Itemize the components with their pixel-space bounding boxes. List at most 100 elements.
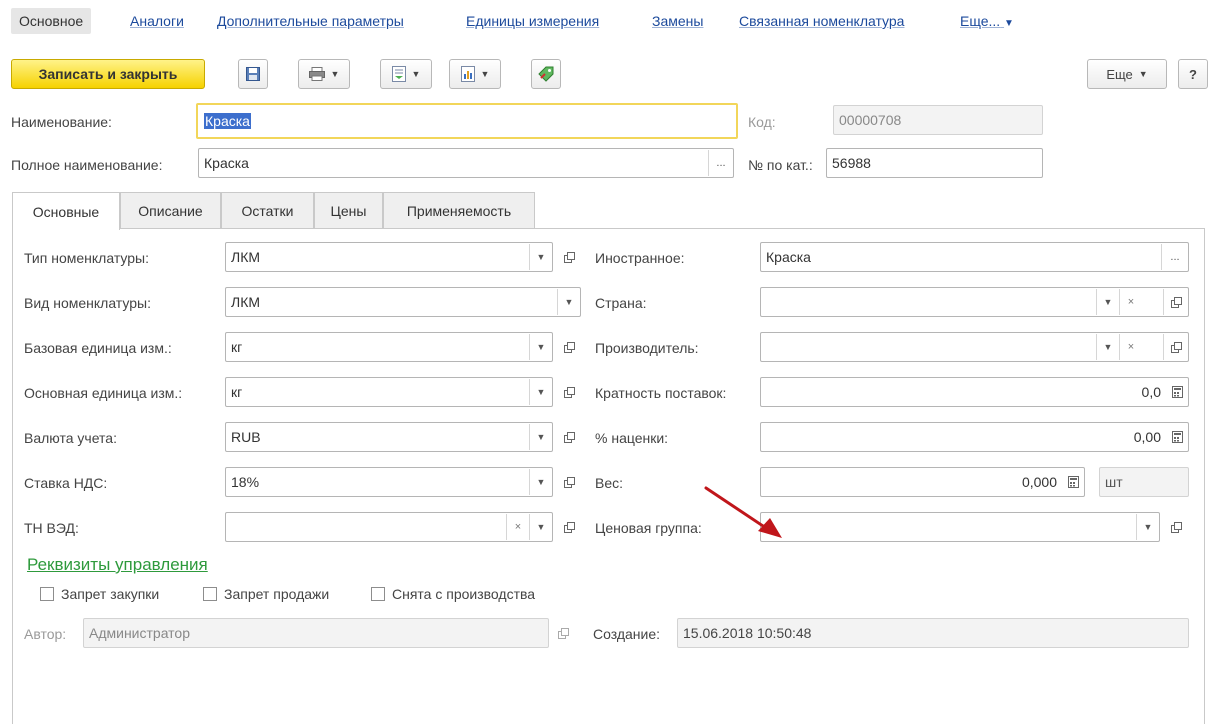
delivery-multiple-field[interactable]: 0,0 [760,377,1189,407]
country-field[interactable]: × ▼ [760,287,1189,317]
manufacturer-open-button[interactable] [1163,334,1188,360]
create-based-on-button[interactable]: ▼ [380,59,432,89]
tab-applicability[interactable]: Применяемость [383,192,535,228]
annotation-arrow [704,486,782,538]
catalog-value: 56988 [832,155,871,171]
price-group-dropdown-button[interactable]: ▼ [1136,514,1159,540]
tn-ved-field[interactable]: × ▼ [225,512,553,542]
main-unit-field[interactable]: кг ▼ [225,377,553,407]
checkbox-box [40,587,54,601]
nav-link-related[interactable]: Связанная номенклатура [739,13,904,29]
tab-main[interactable]: Основные [12,192,120,230]
weight-field[interactable]: 0,000 [760,467,1085,497]
nomenclature-type-field[interactable]: ЛКМ ▼ [225,242,553,272]
manufacturer-clear-button[interactable]: × [1119,334,1142,360]
nomenclature-type-dropdown-button[interactable]: ▼ [529,244,552,270]
nav-link-analogs[interactable]: Аналоги [130,13,184,29]
reports-button[interactable]: ▼ [449,59,501,89]
name-field[interactable]: Краска [196,103,738,139]
tn-ved-clear-button[interactable]: × [506,514,529,540]
price-group-label: Ценовая группа: [595,520,702,536]
nomenclature-kind-label: Вид номенклатуры: [24,295,151,311]
full-name-field[interactable]: Краска ... [198,148,734,178]
calculator-icon[interactable] [1062,469,1084,495]
sale-ban-checkbox[interactable]: Запрет продажи [203,586,329,602]
tab-prices[interactable]: Цены [314,192,383,228]
markup-field[interactable]: 0,00 [760,422,1189,452]
delivery-multiple-value: 0,0 [1141,384,1161,400]
nomenclature-type-open-button[interactable] [558,242,580,272]
management-group-link[interactable]: Реквизиты управления [27,555,208,575]
open-form-icon [1170,296,1182,308]
catalog-field[interactable]: 56988 [826,148,1043,178]
currency-value: RUB [231,429,261,445]
nav-tab-main[interactable]: Основное [11,8,92,34]
nav-link-units[interactable]: Единицы измерения [466,13,599,29]
manufacturer-field[interactable]: × ▼ [760,332,1189,362]
document-icon [391,66,406,82]
manufacturer-dropdown-button[interactable]: ▼ [1096,334,1119,360]
more-button[interactable]: Еще ▼ [1087,59,1167,89]
nav-link-extra-params[interactable]: Дополнительные параметры [217,13,404,29]
vat-rate-open-button[interactable] [558,467,580,497]
discontinued-label: Снята с производства [392,586,536,602]
currency-field[interactable]: RUB ▼ [225,422,553,452]
created-field: 15.06.2018 10:50:48 [677,618,1189,648]
base-unit-open-button[interactable] [558,332,580,362]
tn-ved-dropdown-button[interactable]: ▼ [529,514,552,540]
foreign-value: Краска [766,249,811,265]
vat-rate-value: 18% [231,474,260,490]
foreign-label: Иностранное: [595,250,685,266]
vat-rate-dropdown-button[interactable]: ▼ [529,469,552,495]
full-name-edit-button[interactable]: ... [708,150,733,176]
floppy-icon [246,67,260,81]
calculator-icon[interactable] [1166,379,1188,405]
name-value: Краска [204,113,251,129]
code-value: 00000708 [839,112,902,128]
report-icon [460,66,475,82]
code-field[interactable]: 00000708 [833,105,1043,135]
purchase-ban-checkbox[interactable]: Запрет закупки [40,586,159,602]
price-group-field[interactable]: ▼ [760,512,1160,542]
price-tag-button[interactable] [531,59,561,89]
print-button[interactable]: ▼ [298,59,350,89]
delivery-multiple-label: Кратность поставок: [595,385,727,401]
nomenclature-kind-field[interactable]: ЛКМ ▼ [225,287,581,317]
currency-label: Валюта учета: [24,430,117,446]
tn-ved-open-button[interactable] [558,512,580,542]
nav-link-more[interactable]: Еще... ▼ [960,13,1014,29]
tab-stock[interactable]: Остатки [221,192,314,228]
vat-rate-field[interactable]: 18% ▼ [225,467,553,497]
markup-value: 0,00 [1133,429,1161,445]
weight-unit-field: шт [1099,467,1189,497]
main-unit-open-button[interactable] [558,377,580,407]
foreign-field[interactable]: Краска ... [760,242,1189,272]
sale-ban-label: Запрет продажи [224,586,330,602]
main-unit-dropdown-button[interactable]: ▼ [529,379,552,405]
save-button[interactable] [238,59,268,89]
country-open-button[interactable] [1163,289,1188,315]
discontinued-checkbox[interactable]: Снята с производства [371,586,535,602]
nomenclature-kind-dropdown-button[interactable]: ▼ [557,289,580,315]
foreign-edit-button[interactable]: ... [1161,244,1188,270]
code-label: Код: [748,114,776,130]
checkbox-box [203,587,217,601]
calculator-icon[interactable] [1166,424,1188,450]
tab-description[interactable]: Описание [120,192,221,228]
nav-link-replacements[interactable]: Замены [652,13,703,29]
help-button[interactable]: ? [1178,59,1208,89]
weight-label: Вес: [595,475,624,491]
price-group-open-button[interactable] [1165,512,1187,542]
save-and-close-button[interactable]: Записать и закрыть [11,59,205,89]
country-dropdown-button[interactable]: ▼ [1096,289,1119,315]
currency-open-button[interactable] [558,422,580,452]
weight-unit-value: шт [1105,474,1123,490]
author-open-button[interactable] [552,618,574,648]
currency-dropdown-button[interactable]: ▼ [529,424,552,450]
base-unit-dropdown-button[interactable]: ▼ [529,334,552,360]
base-unit-field[interactable]: кг ▼ [225,332,553,362]
tag-icon [538,66,554,82]
country-clear-button[interactable]: × [1119,289,1142,315]
nomenclature-type-label: Тип номенклатуры: [24,250,149,266]
author-value: Администратор [89,625,191,641]
